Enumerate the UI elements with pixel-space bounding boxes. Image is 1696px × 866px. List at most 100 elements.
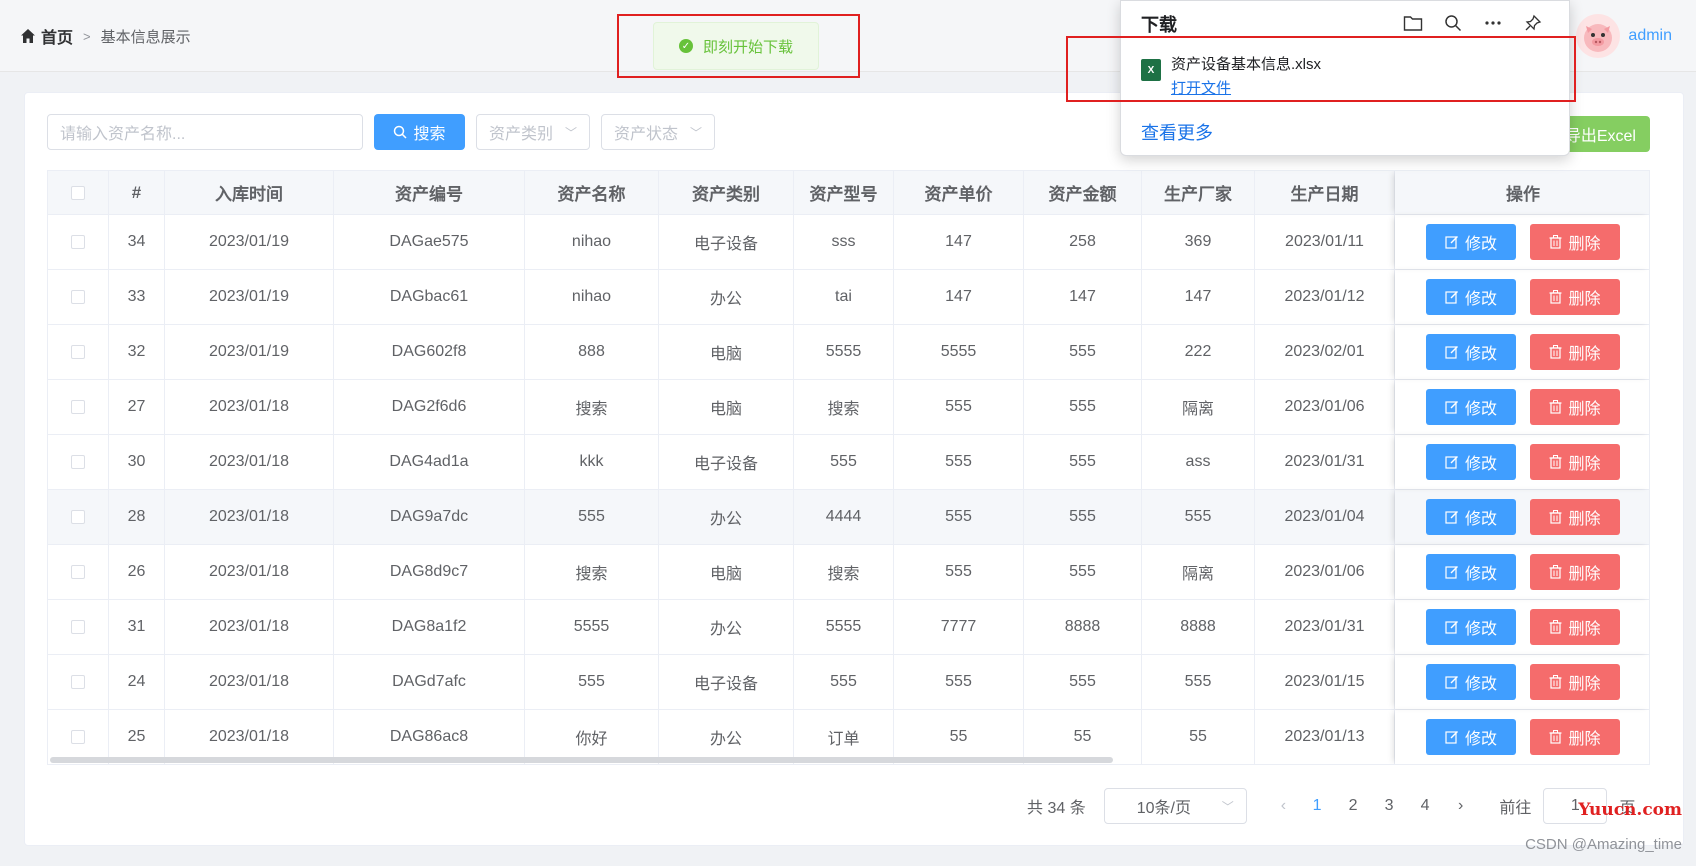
edit-button[interactable]: 修改 bbox=[1426, 554, 1516, 590]
table-cell: 2023/01/06 bbox=[1255, 380, 1395, 434]
next-page-button[interactable]: › bbox=[1458, 797, 1463, 815]
table-cell: 电子设备 bbox=[659, 655, 794, 709]
search-button[interactable]: 搜索 bbox=[374, 114, 465, 150]
delete-button[interactable]: 删除 bbox=[1530, 389, 1620, 425]
edit-button[interactable]: 修改 bbox=[1426, 389, 1516, 425]
delete-button[interactable]: 删除 bbox=[1530, 609, 1620, 645]
table-cell: 2023/01/31 bbox=[1255, 435, 1395, 489]
page-number[interactable]: 2 bbox=[1348, 797, 1358, 815]
row-checkbox[interactable] bbox=[71, 400, 85, 414]
table-row: 26 2023/01/18 DAG8d9c7 搜索 电脑 搜索 555 555 隔离 2023/0… bbox=[48, 545, 1649, 600]
row-select-cell bbox=[48, 545, 109, 599]
status-select[interactable]: 资产状态 ﹀ bbox=[601, 114, 716, 150]
table-cell: DAGbac61 bbox=[334, 270, 525, 324]
trash-icon bbox=[1549, 620, 1562, 634]
row-checkbox[interactable] bbox=[71, 510, 85, 524]
table-cell: 2023/01/13 bbox=[1255, 710, 1395, 764]
delete-button[interactable]: 删除 bbox=[1530, 444, 1620, 480]
delete-button[interactable]: 删除 bbox=[1530, 554, 1620, 590]
row-checkbox[interactable] bbox=[71, 345, 85, 359]
column-header: # bbox=[109, 171, 165, 214]
prev-page-button[interactable]: ‹ bbox=[1281, 797, 1286, 815]
row-checkbox[interactable] bbox=[71, 565, 85, 579]
delete-button-label: 删除 bbox=[1568, 621, 1601, 638]
edit-button-label: 修改 bbox=[1464, 346, 1497, 363]
row-checkbox[interactable] bbox=[71, 290, 85, 304]
table-cell: 555 bbox=[1024, 545, 1142, 599]
horizontal-scrollbar[interactable] bbox=[50, 757, 1113, 763]
table-cell: 隔离 bbox=[1142, 380, 1255, 434]
delete-button[interactable]: 删除 bbox=[1530, 279, 1620, 315]
table-cell: nihao bbox=[525, 215, 659, 269]
table-cell: 555 bbox=[894, 545, 1024, 599]
row-checkbox[interactable] bbox=[71, 730, 85, 744]
column-header: 资产金额 bbox=[1024, 171, 1142, 214]
table-cell: nihao bbox=[525, 270, 659, 324]
row-checkbox[interactable] bbox=[71, 235, 85, 249]
actions-cell: 修改 删除 bbox=[1395, 435, 1649, 489]
breadcrumb-home[interactable]: 首页 bbox=[20, 24, 73, 48]
edit-icon bbox=[1445, 621, 1458, 634]
delete-button-label: 删除 bbox=[1568, 291, 1601, 308]
edit-button[interactable]: 修改 bbox=[1426, 224, 1516, 260]
category-select[interactable]: 资产类别 ﹀ bbox=[476, 114, 591, 150]
delete-button[interactable]: 删除 bbox=[1530, 224, 1620, 260]
table-cell: 555 bbox=[1024, 325, 1142, 379]
table-cell: 555 bbox=[794, 655, 894, 709]
user-menu[interactable]: admin bbox=[1576, 14, 1672, 58]
delete-button[interactable]: 删除 bbox=[1530, 664, 1620, 700]
row-checkbox[interactable] bbox=[71, 455, 85, 469]
select-all-checkbox[interactable] bbox=[71, 185, 85, 200]
edit-icon bbox=[1445, 731, 1458, 744]
row-checkbox[interactable] bbox=[71, 675, 85, 689]
edit-button[interactable]: 修改 bbox=[1426, 499, 1516, 535]
delete-button[interactable]: 删除 bbox=[1530, 499, 1620, 535]
open-folder-button[interactable] bbox=[1393, 9, 1433, 37]
breadcrumb: 首页 > 基本信息展示 bbox=[20, 24, 191, 48]
pin-button[interactable] bbox=[1513, 9, 1553, 37]
edit-icon bbox=[1445, 456, 1458, 469]
table-cell: 电脑 bbox=[659, 325, 794, 379]
actions-cell: 修改 删除 bbox=[1395, 655, 1649, 709]
table-cell: 2023/01/18 bbox=[165, 380, 334, 434]
page-number[interactable]: 4 bbox=[1420, 797, 1430, 815]
username[interactable]: admin bbox=[1628, 27, 1672, 45]
table-cell: 888 bbox=[525, 325, 659, 379]
edit-button[interactable]: 修改 bbox=[1426, 334, 1516, 370]
edit-button-label: 修改 bbox=[1464, 621, 1497, 638]
table-cell: 555 bbox=[1142, 655, 1255, 709]
row-select-cell bbox=[48, 380, 109, 434]
edit-button[interactable]: 修改 bbox=[1426, 719, 1516, 755]
edit-button[interactable]: 修改 bbox=[1426, 609, 1516, 645]
table-cell: sss bbox=[794, 215, 894, 269]
avatar[interactable] bbox=[1576, 14, 1621, 58]
table-cell: 订单 bbox=[794, 710, 894, 764]
table-cell: 办公 bbox=[659, 270, 794, 324]
edit-button[interactable]: 修改 bbox=[1426, 664, 1516, 700]
edit-icon bbox=[1445, 676, 1458, 689]
page-size-select[interactable]: 10条/页 ﹀ bbox=[1103, 788, 1247, 824]
column-header: 资产名称 bbox=[525, 171, 659, 214]
delete-button[interactable]: 删除 bbox=[1530, 719, 1620, 755]
trash-icon bbox=[1549, 675, 1562, 689]
trash-icon bbox=[1549, 400, 1562, 414]
export-excel-label: 导出Excel bbox=[1564, 128, 1636, 145]
row-checkbox[interactable] bbox=[71, 620, 85, 634]
goto-label: 前往 bbox=[1499, 800, 1532, 817]
page-number[interactable]: 1 bbox=[1312, 797, 1322, 815]
more-options-button[interactable] bbox=[1473, 9, 1513, 37]
edit-button[interactable]: 修改 bbox=[1426, 444, 1516, 480]
page-number[interactable]: 3 bbox=[1384, 797, 1394, 815]
see-more-link[interactable]: 查看更多 bbox=[1141, 119, 1213, 145]
edit-button-label: 修改 bbox=[1464, 236, 1497, 253]
table-cell: 搜索 bbox=[794, 380, 894, 434]
delete-button[interactable]: 删除 bbox=[1530, 334, 1620, 370]
trash-icon bbox=[1549, 510, 1562, 524]
breadcrumb-home-label: 首页 bbox=[41, 30, 74, 47]
table-cell: 55 bbox=[1024, 710, 1142, 764]
table-cell: 5555 bbox=[794, 325, 894, 379]
search-input[interactable]: 请输入资产名称... bbox=[47, 114, 363, 150]
search-downloads-button[interactable] bbox=[1433, 9, 1473, 37]
edit-button[interactable]: 修改 bbox=[1426, 279, 1516, 315]
table-cell: 555 bbox=[525, 655, 659, 709]
